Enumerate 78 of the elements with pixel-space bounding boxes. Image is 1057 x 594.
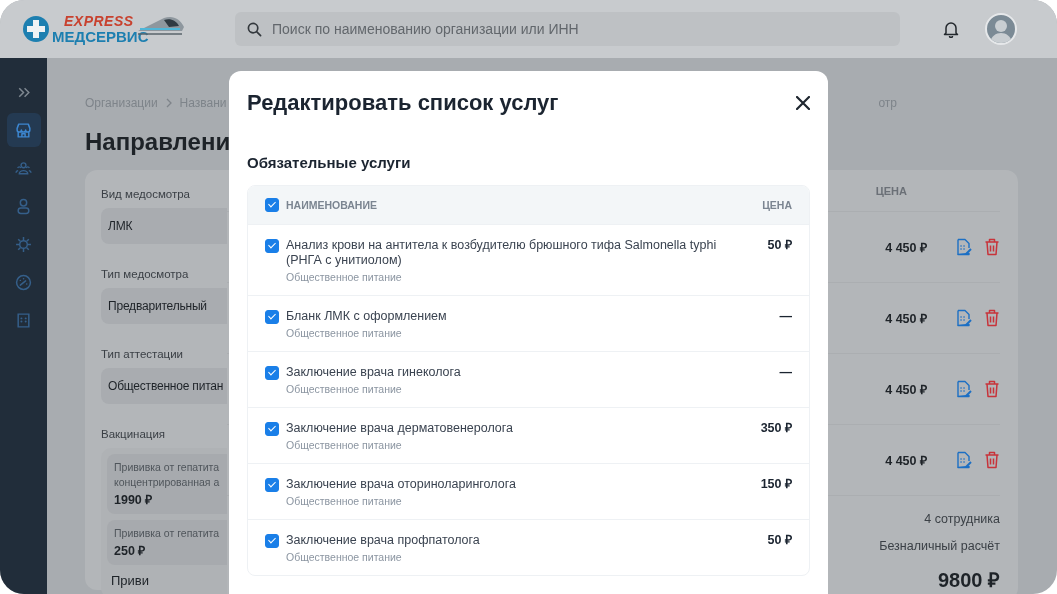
- service-category: Общественное питание: [286, 271, 403, 283]
- search-input[interactable]: Поиск по наименованию организации или ИНН: [272, 21, 888, 37]
- service-name: Заключение врача гинеколога: [286, 365, 462, 380]
- store-icon: [15, 121, 32, 139]
- vaccine-price: 1990 ₽: [114, 492, 154, 508]
- receipt-icon: [15, 311, 32, 329]
- column-header: ЦЕНА: [875, 184, 907, 197]
- edit-document-icon[interactable]: [956, 309, 972, 327]
- select-field[interactable]: Общественное питан: [101, 368, 227, 404]
- checkbox[interactable]: [265, 198, 279, 212]
- edit-document-icon[interactable]: [956, 238, 972, 256]
- search-field[interactable]: Поиск по наименованию организации или ИНН: [235, 12, 900, 46]
- edit-document-icon[interactable]: [956, 380, 972, 398]
- modal-title: Редактировать список услуг: [247, 90, 559, 116]
- service-price: —: [779, 365, 792, 380]
- search-icon: [247, 21, 262, 37]
- field-label: Вакцинация: [101, 428, 167, 440]
- price-cell-text: 4 450 ₽: [885, 239, 927, 256]
- employee-count: 4 сотрудника: [924, 512, 1000, 528]
- users-icon: [15, 159, 32, 177]
- service-name: Бланк ЛМК с оформлением: [286, 309, 448, 324]
- service-category: Общественное питание: [286, 439, 403, 451]
- select-field[interactable]: Предварительный: [101, 288, 227, 324]
- service-name: Анализ крови на антитела к возбудителю брюшного тифа Salmonella typhi (РНГА с унитиолом): [286, 238, 718, 268]
- checkbox[interactable]: [265, 310, 279, 324]
- virus-icon: [15, 235, 32, 253]
- service-category: Общественное питание: [286, 383, 403, 395]
- trash-icon[interactable]: [984, 309, 1000, 327]
- field-label: Тип медосмотра: [101, 268, 190, 280]
- service-name: Заключение врача профпатолога: [286, 533, 481, 548]
- vaccine-name: концентрированная а: [114, 475, 221, 490]
- service-price: 350 ₽: [760, 421, 792, 436]
- payment-method: Безналичный расчёт: [879, 539, 1000, 555]
- price-cell-text: 4 450 ₽: [885, 310, 927, 327]
- vaccine-name: Прививка от гепатита: [114, 460, 221, 475]
- select-field[interactable]: ЛМК: [101, 208, 227, 244]
- vaccine-price: 250 ₽: [114, 543, 147, 559]
- gauge-icon: [15, 273, 32, 291]
- trash-icon[interactable]: [984, 238, 1000, 256]
- vaccine-name: Прививка от гепатита: [114, 526, 221, 541]
- cross-icon: [22, 15, 50, 43]
- sidebar-item[interactable]: [6, 113, 41, 147]
- checkbox[interactable]: [265, 478, 279, 492]
- vaccine-name: Приви: [110, 572, 150, 590]
- logo-text: МЕДСЕРВИС: [52, 29, 149, 44]
- trash-icon[interactable]: [984, 380, 1000, 398]
- vaccine-card[interactable]: Прививка от гепатита 250 ₽: [107, 520, 227, 565]
- service-price: 50 ₽: [767, 533, 792, 548]
- service-price: 150 ₽: [760, 477, 792, 492]
- service-category: Общественное питание: [286, 551, 403, 563]
- column-header: НАИМЕНОВАНИЕ: [286, 199, 377, 211]
- price-cell-text: 4 450 ₽: [885, 381, 927, 398]
- checkbox[interactable]: [265, 422, 279, 436]
- service-name: Заключение врача оториноларинголога: [286, 477, 517, 492]
- page-title: Направлени: [85, 127, 232, 157]
- total-price: 9800 ₽: [937, 568, 1000, 593]
- vaccine-card[interactable]: Прививка от гепатита концентрированная а 1990 ₽: [107, 454, 227, 514]
- edit-document-icon[interactable]: [956, 451, 972, 469]
- field-label: Вид медосмотра: [101, 188, 191, 200]
- user-icon: [15, 197, 32, 215]
- close-icon[interactable]: [796, 96, 810, 110]
- field-label: Тип аттестации: [101, 348, 185, 360]
- price-cell-text: 4 450 ₽: [885, 452, 927, 469]
- service-category: Общественное питание: [286, 327, 403, 339]
- service-name: Заключение врача дерматовенеролога: [286, 421, 515, 436]
- bell-icon[interactable]: [943, 20, 959, 38]
- logo-text: EXPRESS: [64, 14, 135, 28]
- section-title: Обязательные услуги: [247, 154, 412, 171]
- checkbox[interactable]: [265, 239, 279, 253]
- chevron-icon: [164, 98, 173, 108]
- column-header: ЦЕНА: [762, 199, 792, 211]
- service-price: —: [779, 309, 792, 324]
- checkbox[interactable]: [265, 534, 279, 548]
- service-category: Общественное питание: [286, 495, 403, 507]
- service-price: 50 ₽: [767, 238, 792, 253]
- avatar[interactable]: [985, 13, 1017, 45]
- trash-icon[interactable]: [984, 451, 1000, 469]
- checkbox[interactable]: [265, 366, 279, 380]
